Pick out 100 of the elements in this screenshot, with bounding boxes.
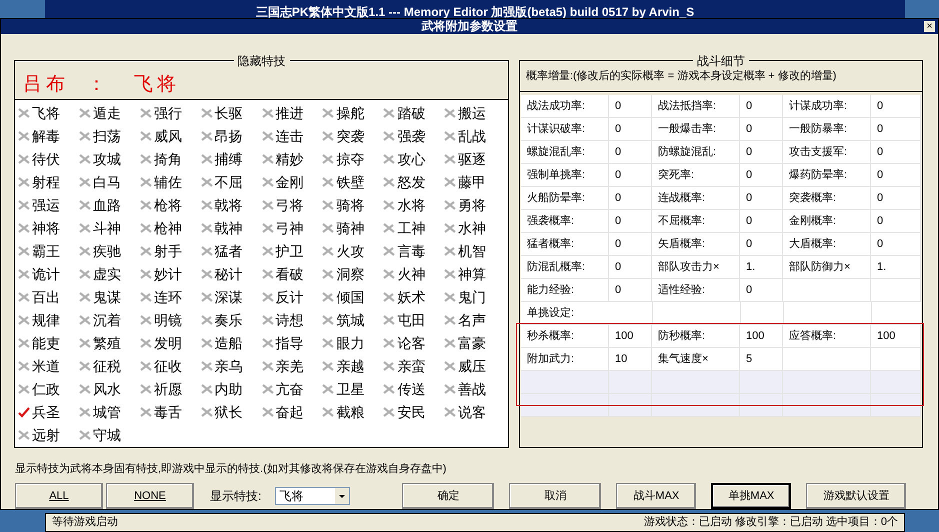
cross-icon[interactable] xyxy=(140,383,152,396)
stat-value[interactable]: 0 xyxy=(877,98,884,114)
cross-icon[interactable] xyxy=(444,245,456,258)
stat-value[interactable]: 0 xyxy=(746,282,752,298)
cross-icon[interactable] xyxy=(262,176,274,188)
stat-value[interactable]: 100 xyxy=(615,328,634,344)
stat-value[interactable]: 0 xyxy=(615,166,622,184)
cross-icon[interactable] xyxy=(78,153,91,166)
cross-icon[interactable] xyxy=(140,268,152,280)
cross-icon[interactable] xyxy=(383,176,396,188)
stat-value[interactable]: 0 xyxy=(877,120,884,138)
skill-dropdown[interactable]: 飞将 xyxy=(275,487,350,505)
cross-icon[interactable] xyxy=(200,314,213,326)
cross-icon[interactable] xyxy=(78,199,91,212)
cross-icon[interactable] xyxy=(383,314,396,326)
stat-value[interactable]: 0 xyxy=(746,190,752,206)
stat-value[interactable]: 0 xyxy=(746,144,752,160)
dialog-button[interactable]: 取消 xyxy=(509,483,602,509)
dialog-button[interactable]: ALL xyxy=(15,483,103,509)
cross-icon[interactable] xyxy=(444,268,456,280)
cross-icon[interactable] xyxy=(18,429,30,442)
cross-icon[interactable] xyxy=(18,176,30,188)
cross-icon[interactable] xyxy=(322,176,334,188)
cross-icon[interactable] xyxy=(18,314,30,326)
cross-icon[interactable] xyxy=(18,245,30,258)
cross-icon[interactable] xyxy=(383,383,396,396)
cross-icon[interactable] xyxy=(444,314,456,326)
cross-icon[interactable] xyxy=(322,383,334,396)
cross-icon[interactable] xyxy=(200,199,213,212)
cross-icon[interactable] xyxy=(78,107,91,120)
cross-icon[interactable] xyxy=(444,383,456,396)
cross-icon[interactable] xyxy=(18,199,30,212)
stat-value[interactable]: 0 xyxy=(877,190,884,206)
stat-value[interactable]: 0 xyxy=(746,212,752,230)
cross-icon[interactable] xyxy=(444,107,456,120)
stat-value[interactable]: 0 xyxy=(877,236,884,252)
stat-value[interactable]: 0 xyxy=(615,236,622,252)
check-icon[interactable] xyxy=(18,406,30,418)
cross-icon[interactable] xyxy=(18,291,30,304)
cross-icon[interactable] xyxy=(200,291,213,304)
stat-value[interactable]: 0 xyxy=(877,144,884,160)
dialog-button[interactable]: 单挑MAX xyxy=(711,483,792,509)
cross-icon[interactable] xyxy=(444,153,456,166)
cross-icon[interactable] xyxy=(18,360,30,372)
cross-icon[interactable] xyxy=(200,360,213,372)
cross-icon[interactable] xyxy=(200,222,213,234)
cross-icon[interactable] xyxy=(262,107,274,120)
cross-icon[interactable] xyxy=(140,337,152,350)
cross-icon[interactable] xyxy=(322,199,334,212)
cross-icon[interactable] xyxy=(262,222,274,234)
cross-icon[interactable] xyxy=(262,360,274,372)
stat-value[interactable]: 0 xyxy=(746,120,752,138)
stat-value[interactable]: 5 xyxy=(746,350,752,368)
cross-icon[interactable] xyxy=(200,130,213,142)
cross-icon[interactable] xyxy=(78,268,91,280)
cross-icon[interactable] xyxy=(322,245,334,258)
stat-value[interactable]: 100 xyxy=(746,328,764,344)
cross-icon[interactable] xyxy=(262,130,274,142)
cross-icon[interactable] xyxy=(140,406,152,418)
cross-icon[interactable] xyxy=(322,406,334,418)
cross-icon[interactable] xyxy=(383,406,396,418)
stat-value[interactable]: 0 xyxy=(615,258,622,276)
cross-icon[interactable] xyxy=(383,360,396,372)
cross-icon[interactable] xyxy=(18,222,30,234)
stat-value[interactable]: 10 xyxy=(615,350,628,368)
cross-icon[interactable] xyxy=(444,291,456,304)
cross-icon[interactable] xyxy=(262,383,274,396)
stat-value[interactable]: 0 xyxy=(877,166,884,184)
stat-value[interactable]: 0 xyxy=(615,190,622,206)
cross-icon[interactable] xyxy=(200,107,213,120)
stat-value[interactable]: 1. xyxy=(746,258,756,276)
cross-icon[interactable] xyxy=(18,268,30,280)
cross-icon[interactable] xyxy=(322,291,334,304)
cross-icon[interactable] xyxy=(78,429,91,442)
cross-icon[interactable] xyxy=(262,245,274,258)
stat-value[interactable]: 0 xyxy=(746,166,752,184)
stat-value[interactable]: 0 xyxy=(746,236,752,252)
cross-icon[interactable] xyxy=(140,291,152,304)
cross-icon[interactable] xyxy=(140,107,152,120)
cross-icon[interactable] xyxy=(140,314,152,326)
cross-icon[interactable] xyxy=(140,130,152,142)
cross-icon[interactable] xyxy=(78,176,91,188)
close-button[interactable]: × xyxy=(924,21,935,32)
cross-icon[interactable] xyxy=(383,337,396,350)
stat-value[interactable]: 0 xyxy=(877,212,884,230)
cross-icon[interactable] xyxy=(140,222,152,234)
cross-icon[interactable] xyxy=(200,337,213,350)
cross-icon[interactable] xyxy=(262,199,274,212)
cross-icon[interactable] xyxy=(444,337,456,350)
stat-value[interactable]: 1. xyxy=(877,258,886,276)
cross-icon[interactable] xyxy=(140,176,152,188)
cross-icon[interactable] xyxy=(262,153,274,166)
stat-value[interactable]: 0 xyxy=(615,144,622,160)
stat-value[interactable]: 0 xyxy=(615,282,622,298)
cross-icon[interactable] xyxy=(78,406,91,418)
cross-icon[interactable] xyxy=(200,406,213,418)
stat-value[interactable]: 0 xyxy=(615,98,622,114)
cross-icon[interactable] xyxy=(262,406,274,418)
cross-icon[interactable] xyxy=(322,222,334,234)
cross-icon[interactable] xyxy=(200,268,213,280)
